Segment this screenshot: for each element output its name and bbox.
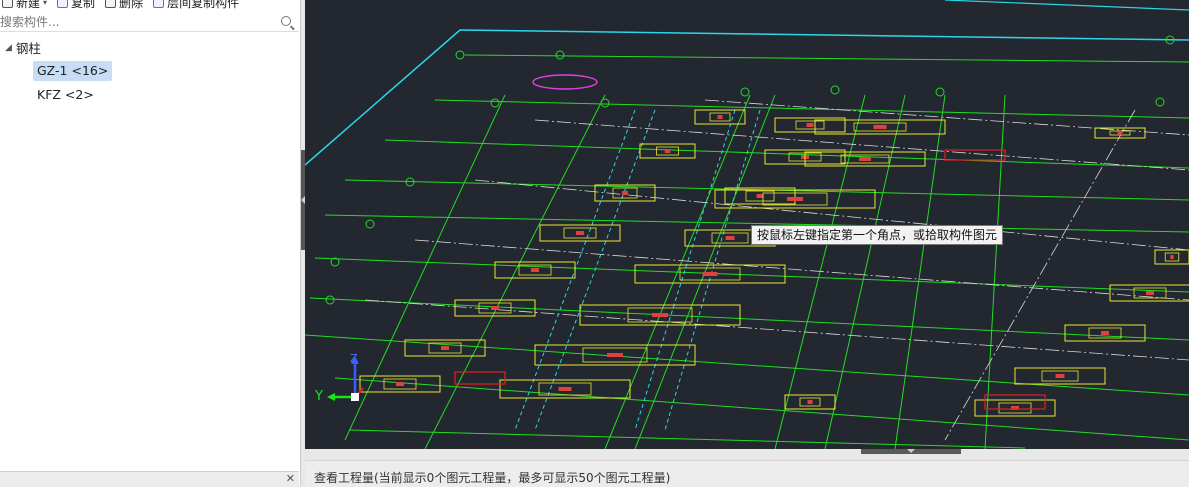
axis-origin <box>351 393 359 401</box>
beam-line <box>534 109 656 431</box>
axis-y-label: Y <box>315 389 323 404</box>
grid-line-v <box>894 94 946 449</box>
grid-bubble <box>365 219 375 229</box>
grid-line-h <box>314 257 1189 293</box>
column-mark <box>652 313 668 317</box>
grid-bubble <box>325 295 335 305</box>
grid-bubble <box>1155 97 1165 107</box>
column-mark <box>1146 291 1154 295</box>
new-icon <box>2 0 13 8</box>
column-mark <box>725 236 735 240</box>
search-icon[interactable] <box>281 16 291 26</box>
column-mark <box>1101 331 1109 335</box>
column-mark <box>664 149 671 153</box>
grid-line-h <box>464 54 1189 63</box>
column-mark <box>491 306 499 310</box>
slab-outline-top <box>944 0 1189 11</box>
axis-z-label: Z <box>350 352 358 365</box>
search-input[interactable] <box>0 13 270 30</box>
panel-footer: ✕ <box>0 471 299 486</box>
grid-bubble <box>935 87 945 97</box>
highlight-red <box>454 371 506 385</box>
component-panel: 新建 ▾ 复制 删除 层间复制构件 ◢ 钢柱 GZ-1 <16> KFZ <2>… <box>0 0 301 486</box>
delete-icon <box>105 0 117 8</box>
status-bar: 查看工程量(当前显示0个图元工程量，最多可显示50个图元工程量) <box>305 460 1189 487</box>
column-mark <box>622 191 628 195</box>
column-mark <box>859 157 871 161</box>
grid-line-h <box>334 377 1189 441</box>
status-text: 查看工程量(当前显示0个图元工程量，最多可显示50个图元工程量) <box>314 471 671 485</box>
column-mark <box>1117 131 1123 135</box>
grid-line-h <box>434 99 1189 119</box>
grid-line-h <box>309 297 1189 341</box>
grid-bubble <box>830 85 840 95</box>
copy-button-label: 复制 <box>71 0 96 10</box>
delete-button[interactable]: 删除 <box>105 0 143 10</box>
canvas-collapse-handle[interactable] <box>861 449 961 454</box>
grid-bubble <box>600 98 610 108</box>
grid-bubble <box>455 50 465 60</box>
grid-line-h <box>349 429 1026 449</box>
column-mark <box>806 123 814 127</box>
tree-group-label: 钢柱 <box>15 41 41 56</box>
axis-line <box>534 119 1189 171</box>
column-mark <box>873 125 887 129</box>
new-button[interactable]: 新建 ▾ <box>2 0 47 10</box>
component-toolbar: 新建 ▾ 复制 删除 层间复制构件 <box>0 0 301 10</box>
grid-bubble <box>555 50 565 60</box>
column-mark <box>396 382 404 386</box>
close-icon[interactable]: ✕ <box>286 472 295 485</box>
selection-ellipse <box>532 74 598 90</box>
floor-copy-button[interactable]: 层间复制构件 <box>153 0 239 10</box>
column-mark <box>807 400 813 404</box>
tree-item-gz1[interactable]: GZ-1 <16> <box>33 61 113 81</box>
column-mark <box>441 346 449 350</box>
column-mark <box>717 115 723 119</box>
column-mark <box>1170 255 1174 259</box>
column-mark <box>576 231 584 235</box>
column-mark <box>1055 374 1065 378</box>
tree-item-kfz[interactable]: KFZ <2> <box>33 85 98 105</box>
new-dropdown-icon[interactable]: ▾ <box>43 0 47 7</box>
grid-line-v <box>824 94 906 449</box>
column-mark <box>756 194 764 198</box>
column-mark <box>787 197 803 201</box>
column-mark <box>607 353 623 357</box>
command-tooltip: 按鼠标左键指定第一个角点，或拾取构件图元 <box>751 225 1004 245</box>
delete-button-label: 删除 <box>119 0 144 10</box>
grid-line-v <box>774 94 866 449</box>
search-bar <box>0 12 299 32</box>
grid-bubble <box>740 87 750 97</box>
grid-line-h <box>305 334 1189 396</box>
column-mark <box>702 272 718 276</box>
floor-copy-icon <box>153 0 165 8</box>
copy-button[interactable]: 复制 <box>57 0 95 10</box>
expand-caret-icon[interactable]: ◢ <box>5 43 12 53</box>
column-mark <box>531 268 539 272</box>
tree-group-steel-column[interactable]: ◢ 钢柱 <box>5 38 41 57</box>
slab-outline <box>305 29 1189 166</box>
floor-copy-button-label: 层间复制构件 <box>167 0 240 10</box>
drawing-canvas[interactable] <box>305 0 1189 449</box>
cad-drawing <box>305 0 1189 449</box>
column-mark <box>558 387 572 391</box>
copy-icon <box>57 0 69 8</box>
grid-bubble <box>490 98 500 108</box>
new-button-label: 新建 <box>16 0 41 10</box>
grid-line-v <box>984 94 1006 449</box>
axis-y-head <box>327 393 335 401</box>
